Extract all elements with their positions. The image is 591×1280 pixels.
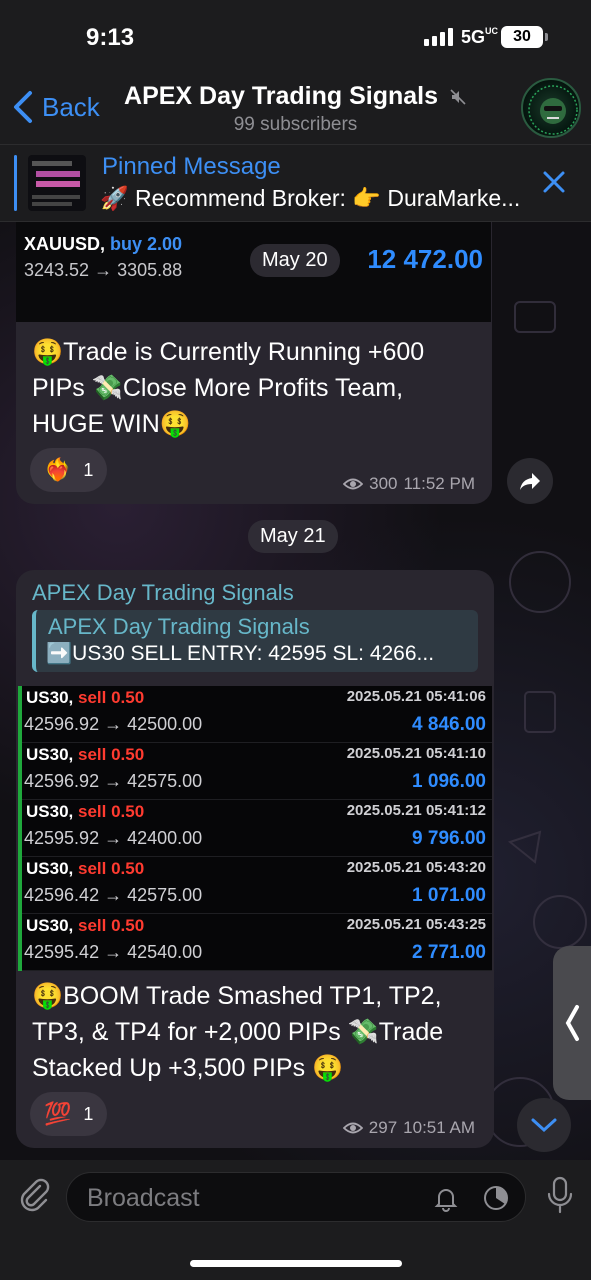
- chat-header: Back APEX Day Trading Signals 99 subscri…: [0, 78, 591, 144]
- trade-profit: 12 472.00: [367, 244, 483, 274]
- channel-avatar[interactable]: [521, 78, 581, 138]
- timer-icon[interactable]: [481, 1183, 511, 1213]
- quote-text: ➡️US30 SELL ENTRY: 42595 SL: 4266...: [46, 642, 435, 665]
- chevron-left-icon: [565, 1005, 579, 1041]
- trade-symbol: US30, sell 0.50: [26, 859, 145, 878]
- trade-row: US30, sell 0.50 2025.05.21 05:41:10 4259…: [22, 743, 492, 800]
- channel-title[interactable]: APEX Day Trading Signals: [0, 82, 591, 111]
- broadcast-input-container[interactable]: [66, 1172, 526, 1222]
- trade-row: US30, sell 0.50 2025.05.21 05:43:25 4259…: [22, 914, 492, 971]
- trade-row: US30, sell 0.50 2025.05.21 05:41:12 4259…: [22, 800, 492, 857]
- reaction-count: 1: [83, 459, 94, 480]
- trade-profit: 2 771.00: [412, 942, 486, 963]
- share-button[interactable]: [507, 458, 553, 504]
- trade-profit: 4 846.00: [412, 714, 486, 735]
- quote-title: APEX Day Trading Signals: [48, 614, 310, 639]
- trade-date: 2025.05.21 05:41:12: [346, 802, 486, 819]
- trade-price-range: 3243.52 → 3305.88: [24, 260, 183, 280]
- chevron-down-icon: [531, 1118, 557, 1133]
- side-panel-handle[interactable]: [553, 946, 591, 1100]
- trade-history-list: US30, sell 0.50 2025.05.21 05:41:06 4259…: [18, 686, 492, 971]
- reaction-chip[interactable]: ❤️‍🔥 1: [30, 448, 108, 492]
- trade-symbol: US30, sell 0.50: [26, 916, 145, 935]
- pinned-message-bar[interactable]: Pinned Message 🚀 Recommend Broker: 👉 Dur…: [0, 144, 591, 222]
- network-label: 5GUC: [460, 25, 498, 47]
- status-bar: 9:13 5GUC 30: [0, 0, 591, 80]
- trade-price-range: 42596.92 → 42575.00: [24, 771, 203, 791]
- trade-side: buy 2.00: [110, 234, 183, 254]
- trade-price-range: 42596.92 → 42500.00: [24, 714, 203, 734]
- trade-date: 2025.05.21 05:43:25: [346, 916, 486, 933]
- scroll-down-button[interactable]: [517, 1098, 571, 1152]
- channel-title-text: APEX Day Trading Signals: [124, 82, 439, 110]
- signal-icon: [423, 28, 453, 46]
- status-time: 9:13: [86, 24, 135, 51]
- forwarded-from[interactable]: APEX Day Trading Signals: [32, 580, 294, 606]
- reply-quote[interactable]: APEX Day Trading Signals ➡️US30 SELL ENT…: [32, 610, 478, 672]
- subscriber-count: 99 subscribers: [233, 114, 358, 135]
- trade-profit: 1 096.00: [412, 771, 486, 792]
- bell-icon[interactable]: [431, 1183, 461, 1213]
- trade-symbol: US30, sell 0.50: [26, 802, 145, 821]
- date-separator: May 21: [248, 520, 338, 553]
- reaction-emoji: 💯: [44, 1101, 72, 1126]
- trade-symbol: XAUUSD, buy 2.00: [24, 234, 183, 254]
- trade-row: US30, sell 0.50 2025.05.21 05:43:20 4259…: [22, 857, 492, 914]
- pinned-indicator: [14, 155, 17, 211]
- broadcast-input[interactable]: [87, 1181, 407, 1215]
- network-suffix: UC: [485, 25, 498, 36]
- trade-profit: 1 071.00: [412, 885, 486, 906]
- close-icon[interactable]: [541, 169, 567, 195]
- reaction-emoji: ❤️‍🔥: [44, 457, 72, 482]
- pinned-thumbnail-image: [32, 161, 80, 206]
- message-text: 🤑Trade is Currently Running +600 PIPs 💸C…: [32, 338, 425, 438]
- trade-date: 2025.05.21 05:43:20: [346, 859, 486, 876]
- pinned-label: Pinned Message: [102, 153, 281, 180]
- trade-price-range: 42595.42 → 42540.00: [24, 942, 203, 962]
- trade-profit: 9 796.00: [412, 828, 486, 849]
- message-meta: 297 10:51 AM: [342, 1118, 475, 1138]
- message-time: 10:51 AM: [403, 1118, 475, 1137]
- trade-date-pill: May 20: [250, 244, 340, 277]
- view-count: 297: [368, 1118, 398, 1137]
- trade-symbol: US30, sell 0.50: [26, 745, 145, 764]
- share-icon: [520, 473, 540, 490]
- mute-icon: [450, 89, 466, 105]
- trade-date: 2025.05.21 05:41:06: [346, 688, 486, 705]
- message-time: 11:52 PM: [403, 474, 475, 493]
- reaction-count: 1: [83, 1103, 94, 1124]
- home-indicator: [190, 1260, 402, 1267]
- message-meta: 300 11:52 PM: [343, 474, 475, 494]
- trade-row: US30, sell 0.50 2025.05.21 05:41:06 4259…: [22, 686, 492, 743]
- battery-icon: 30: [501, 26, 548, 48]
- paperclip-icon[interactable]: [16, 1176, 52, 1212]
- trade-price-range: 42595.92 → 42400.00: [24, 828, 203, 848]
- view-count: 300: [369, 474, 398, 493]
- eye-icon: [342, 1122, 363, 1134]
- trade-price-range: 42596.42 → 42575.00: [24, 885, 203, 905]
- eye-icon: [343, 478, 364, 490]
- pinned-text: 🚀 Recommend Broker: 👉 DuraMarke...: [100, 185, 521, 211]
- pinned-thumbnail: [28, 155, 86, 211]
- trade-date: 2025.05.21 05:41:10: [346, 745, 486, 762]
- reaction-chip[interactable]: 💯 1: [30, 1092, 108, 1136]
- microphone-icon[interactable]: [545, 1176, 575, 1216]
- trade-symbol: US30, sell 0.50: [26, 688, 145, 707]
- status-indicators: 5GUC 30: [423, 25, 548, 48]
- message-text: 🤑BOOM Trade Smashed TP1, TP2, TP3, & TP4…: [32, 982, 444, 1082]
